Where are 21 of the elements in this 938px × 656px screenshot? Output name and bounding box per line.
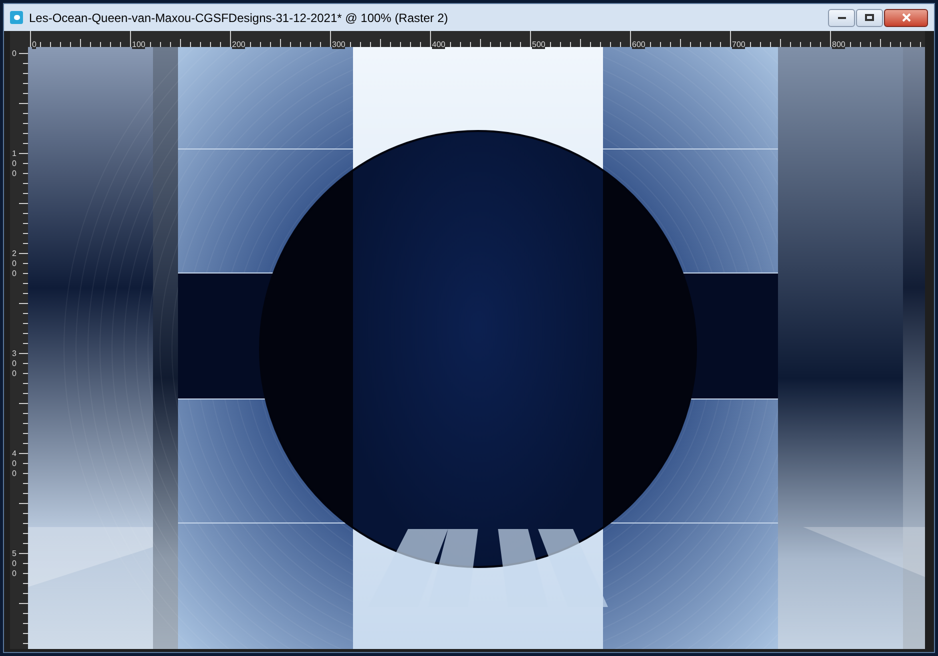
ruler-label: 400 <box>12 449 18 479</box>
ruler-label: 600 <box>632 40 646 49</box>
window-title: Les-Ocean-Queen-van-Maxou-CGSFDesigns-31-12-2021* @ 100% (Raster 2) <box>29 10 448 26</box>
ruler-label: 300 <box>12 349 18 379</box>
ruler-label: 400 <box>432 40 446 49</box>
ruler-label: 100 <box>132 40 146 49</box>
ruler-label: 200 <box>232 40 246 49</box>
ruler-label: 300 <box>332 40 346 49</box>
close-icon <box>902 13 910 22</box>
ruler-label: 0 <box>12 49 18 59</box>
image-icon <box>10 11 23 24</box>
ruler-label: 700 <box>732 40 746 49</box>
ruler-label: 500 <box>532 40 546 49</box>
maximize-button[interactable] <box>856 8 883 26</box>
close-button[interactable] <box>884 8 928 26</box>
ruler-label: 200 <box>12 249 18 279</box>
minimize-button[interactable] <box>828 8 855 26</box>
ruler-label: 0 <box>32 40 36 49</box>
ruler-label: 100 <box>12 149 18 179</box>
ruler-label: 800 <box>832 40 846 49</box>
ruler-label: 500 <box>12 549 18 579</box>
